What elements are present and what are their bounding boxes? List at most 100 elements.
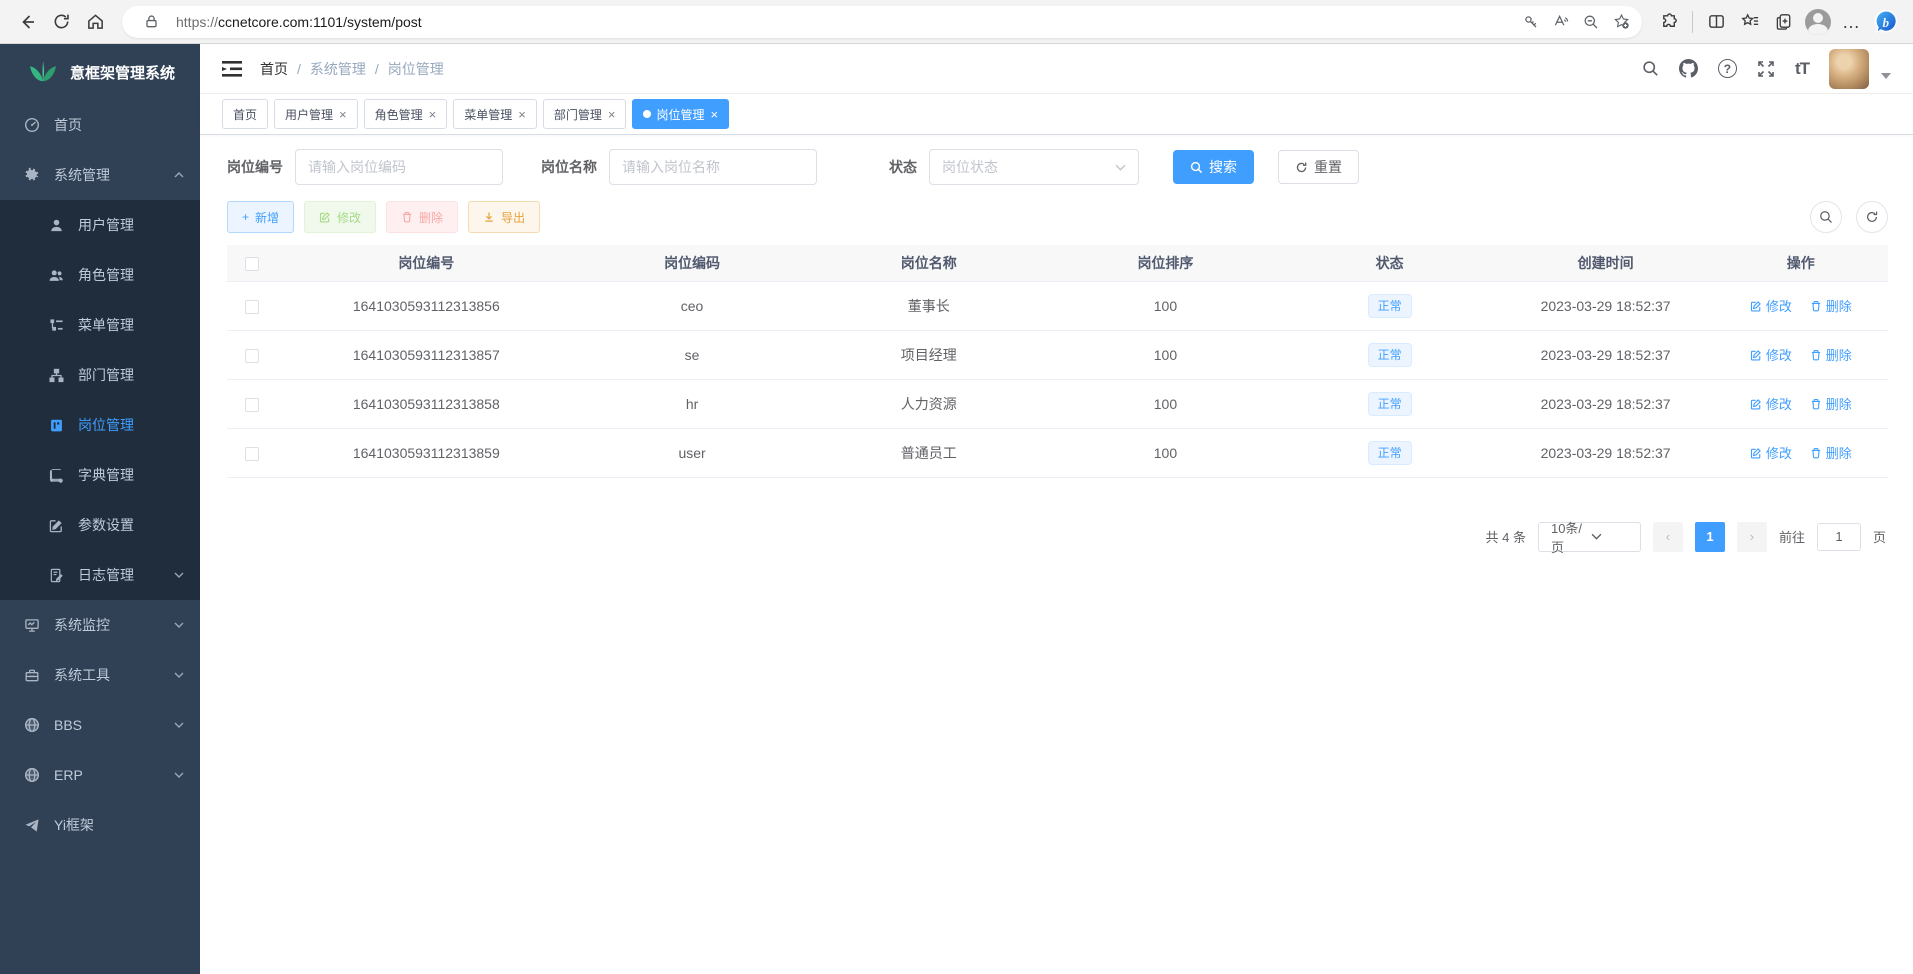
sidebar-item-log-mgmt[interactable]: 日志管理 [0, 550, 200, 600]
password-key-icon[interactable] [1516, 7, 1546, 37]
post-name-input[interactable] [609, 149, 817, 185]
browser-profile-icon[interactable] [1801, 5, 1835, 39]
close-icon[interactable]: × [518, 108, 526, 121]
status-badge: 正常 [1368, 294, 1412, 318]
row-edit-link[interactable]: 修改 [1750, 443, 1792, 462]
breadcrumb-home[interactable]: 首页 [260, 59, 288, 79]
lock-icon[interactable] [136, 7, 166, 37]
user-avatar[interactable] [1829, 49, 1869, 89]
reset-button[interactable]: 重置 [1278, 150, 1359, 184]
page-size-select[interactable]: 10条/页 [1538, 522, 1641, 552]
delete-button[interactable]: 删除 [386, 201, 458, 233]
sidebar-item-dict-mgmt[interactable]: 字典管理 [0, 450, 200, 500]
monitor-icon [24, 617, 40, 633]
edit-button[interactable]: 修改 [304, 201, 376, 233]
prev-page-button[interactable]: ‹ [1653, 522, 1683, 552]
tab-home[interactable]: 首页 [222, 99, 268, 129]
globe-icon [24, 717, 40, 733]
sidebar-item-erp[interactable]: ERP [0, 750, 200, 800]
avatar-dropdown-caret[interactable] [1881, 73, 1891, 79]
status-select[interactable]: 岗位状态 [929, 149, 1139, 185]
sidebar-item-system[interactable]: 系统管理 [0, 150, 200, 200]
sidebar-item-role-mgmt[interactable]: 角色管理 [0, 250, 200, 300]
row-delete-link[interactable]: 删除 [1810, 443, 1852, 462]
breadcrumb-system[interactable]: 系统管理 [310, 59, 366, 79]
goto-page-input[interactable] [1817, 523, 1861, 551]
col-post-name: 岗位名称 [808, 245, 1049, 281]
read-aloud-icon[interactable] [1546, 7, 1576, 37]
goto-label: 前往 [1779, 527, 1805, 546]
fullscreen-icon[interactable] [1757, 60, 1775, 78]
close-icon[interactable]: × [339, 108, 347, 121]
sidebar-item-yi-framework[interactable]: Yi框架 [0, 800, 200, 850]
sidebar-item-bbs[interactable]: BBS [0, 700, 200, 750]
next-page-button[interactable]: › [1737, 522, 1767, 552]
status-label: 状态 [889, 157, 917, 177]
search-button[interactable]: 搜索 [1173, 150, 1254, 184]
browser-refresh-icon[interactable] [44, 5, 78, 39]
favorite-add-icon[interactable] [1606, 7, 1636, 37]
collapse-sidebar-icon[interactable] [222, 60, 242, 78]
tab-dept-mgmt[interactable]: 部门管理× [543, 99, 627, 129]
extensions-icon[interactable] [1652, 5, 1686, 39]
edit-icon [1750, 398, 1762, 410]
cell-post-sort: 100 [1049, 281, 1282, 330]
row-checkbox[interactable] [245, 300, 259, 314]
toggle-search-button[interactable] [1810, 201, 1842, 233]
post-code-input[interactable] [295, 149, 503, 185]
tab-post-mgmt[interactable]: 岗位管理× [632, 99, 729, 129]
browser-home-icon[interactable] [78, 5, 112, 39]
sidebar-item-home[interactable]: 首页 [0, 100, 200, 150]
github-icon[interactable] [1679, 59, 1698, 78]
sidebar-item-tools[interactable]: 系统工具 [0, 650, 200, 700]
refresh-icon [1865, 210, 1879, 224]
row-checkbox[interactable] [245, 447, 259, 461]
user-icon [48, 217, 64, 233]
tab-role-mgmt[interactable]: 角色管理× [364, 99, 448, 129]
row-delete-link[interactable]: 删除 [1810, 394, 1852, 413]
tab-user-mgmt[interactable]: 用户管理× [274, 99, 358, 129]
split-screen-icon[interactable] [1699, 5, 1733, 39]
favorites-bar-icon[interactable] [1733, 5, 1767, 39]
close-icon[interactable]: × [608, 108, 616, 121]
cell-post-code: user [576, 428, 809, 477]
collections-icon[interactable] [1767, 5, 1801, 39]
status-badge: 正常 [1368, 441, 1412, 465]
settings-more-icon[interactable]: … [1835, 5, 1869, 39]
browser-back-icon[interactable] [10, 5, 44, 39]
close-icon[interactable]: × [429, 108, 437, 121]
sidebar-item-monitor[interactable]: 系统监控 [0, 600, 200, 650]
sidebar-item-dept-mgmt[interactable]: 部门管理 [0, 350, 200, 400]
bing-copilot-icon[interactable]: b [1869, 5, 1903, 39]
close-icon[interactable]: × [710, 108, 718, 121]
font-size-icon[interactable]: tT [1795, 59, 1809, 79]
add-button[interactable]: + 新增 [227, 201, 294, 233]
export-button[interactable]: 导出 [468, 201, 540, 233]
search-form: 岗位编号 岗位名称 状态 岗位状态 搜索 [227, 149, 1888, 185]
tab-menu-mgmt[interactable]: 菜单管理× [453, 99, 537, 129]
address-bar[interactable]: https://ccnetcore.com:1101/system/post [122, 6, 1642, 38]
sidebar-item-post-mgmt[interactable]: 岗位管理 [0, 400, 200, 450]
row-edit-link[interactable]: 修改 [1750, 296, 1792, 315]
header-search-icon[interactable] [1642, 60, 1659, 77]
row-checkbox[interactable] [245, 349, 259, 363]
zoom-out-icon[interactable] [1576, 7, 1606, 37]
sidebar-item-param-settings[interactable]: 参数设置 [0, 500, 200, 550]
row-checkbox[interactable] [245, 398, 259, 412]
row-edit-link[interactable]: 修改 [1750, 394, 1792, 413]
sidebar-item-menu-mgmt[interactable]: 菜单管理 [0, 300, 200, 350]
row-edit-link[interactable]: 修改 [1750, 345, 1792, 364]
help-icon[interactable]: ? [1718, 59, 1737, 78]
logo-leaf-icon [28, 59, 58, 85]
row-delete-link[interactable]: 删除 [1810, 345, 1852, 364]
row-delete-link[interactable]: 删除 [1810, 296, 1852, 315]
trash-icon [1810, 447, 1822, 459]
download-icon [483, 211, 495, 223]
table-row: 1641030593112313858 hr 人力资源 100 正常 2023-… [227, 379, 1888, 428]
refresh-table-button[interactable] [1856, 201, 1888, 233]
chevron-down-icon [174, 572, 184, 578]
select-all-checkbox[interactable] [245, 257, 259, 271]
current-page-button[interactable]: 1 [1695, 522, 1725, 552]
sidebar-item-user-mgmt[interactable]: 用户管理 [0, 200, 200, 250]
col-status: 状态 [1282, 245, 1498, 281]
